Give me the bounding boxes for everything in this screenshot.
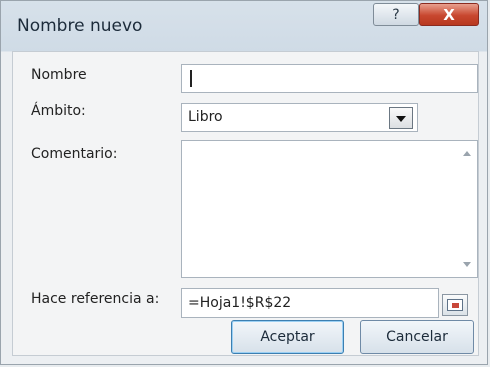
nombre-label: Nombre bbox=[31, 67, 87, 83]
help-button[interactable]: ? bbox=[373, 3, 419, 26]
ambito-label: Ámbito: bbox=[31, 103, 86, 119]
refers-to-input[interactable]: =Hoja1!$R$22 bbox=[181, 288, 439, 318]
close-icon: X bbox=[443, 5, 455, 24]
collapse-dialog-icon[interactable] bbox=[442, 294, 468, 316]
refers-to-value: =Hoja1!$R$22 bbox=[188, 295, 292, 311]
scroll-down-arrow-icon[interactable] bbox=[463, 262, 471, 267]
dialog-title: Nombre nuevo bbox=[17, 16, 143, 36]
cancel-button[interactable]: Cancelar bbox=[360, 320, 474, 354]
scope-select-value: Libro bbox=[188, 109, 223, 125]
name-input[interactable] bbox=[181, 64, 478, 93]
close-button[interactable]: X bbox=[419, 3, 479, 26]
text-caret bbox=[190, 70, 192, 87]
referencia-label: Hace referencia a: bbox=[31, 291, 160, 307]
chevron-down-icon[interactable] bbox=[389, 107, 413, 129]
comentario-label: Comentario: bbox=[31, 146, 118, 162]
scope-select[interactable]: Libro bbox=[181, 103, 418, 132]
scroll-up-arrow-icon[interactable] bbox=[463, 151, 471, 156]
accept-button[interactable]: Aceptar bbox=[231, 320, 344, 354]
comment-textarea[interactable] bbox=[181, 140, 478, 278]
help-icon: ? bbox=[392, 6, 400, 23]
title-bar: Nombre nuevo ? X bbox=[1, 1, 487, 51]
new-name-dialog: Nombre nuevo ? X Nombre Ámbito: Libro Co… bbox=[0, 0, 488, 365]
